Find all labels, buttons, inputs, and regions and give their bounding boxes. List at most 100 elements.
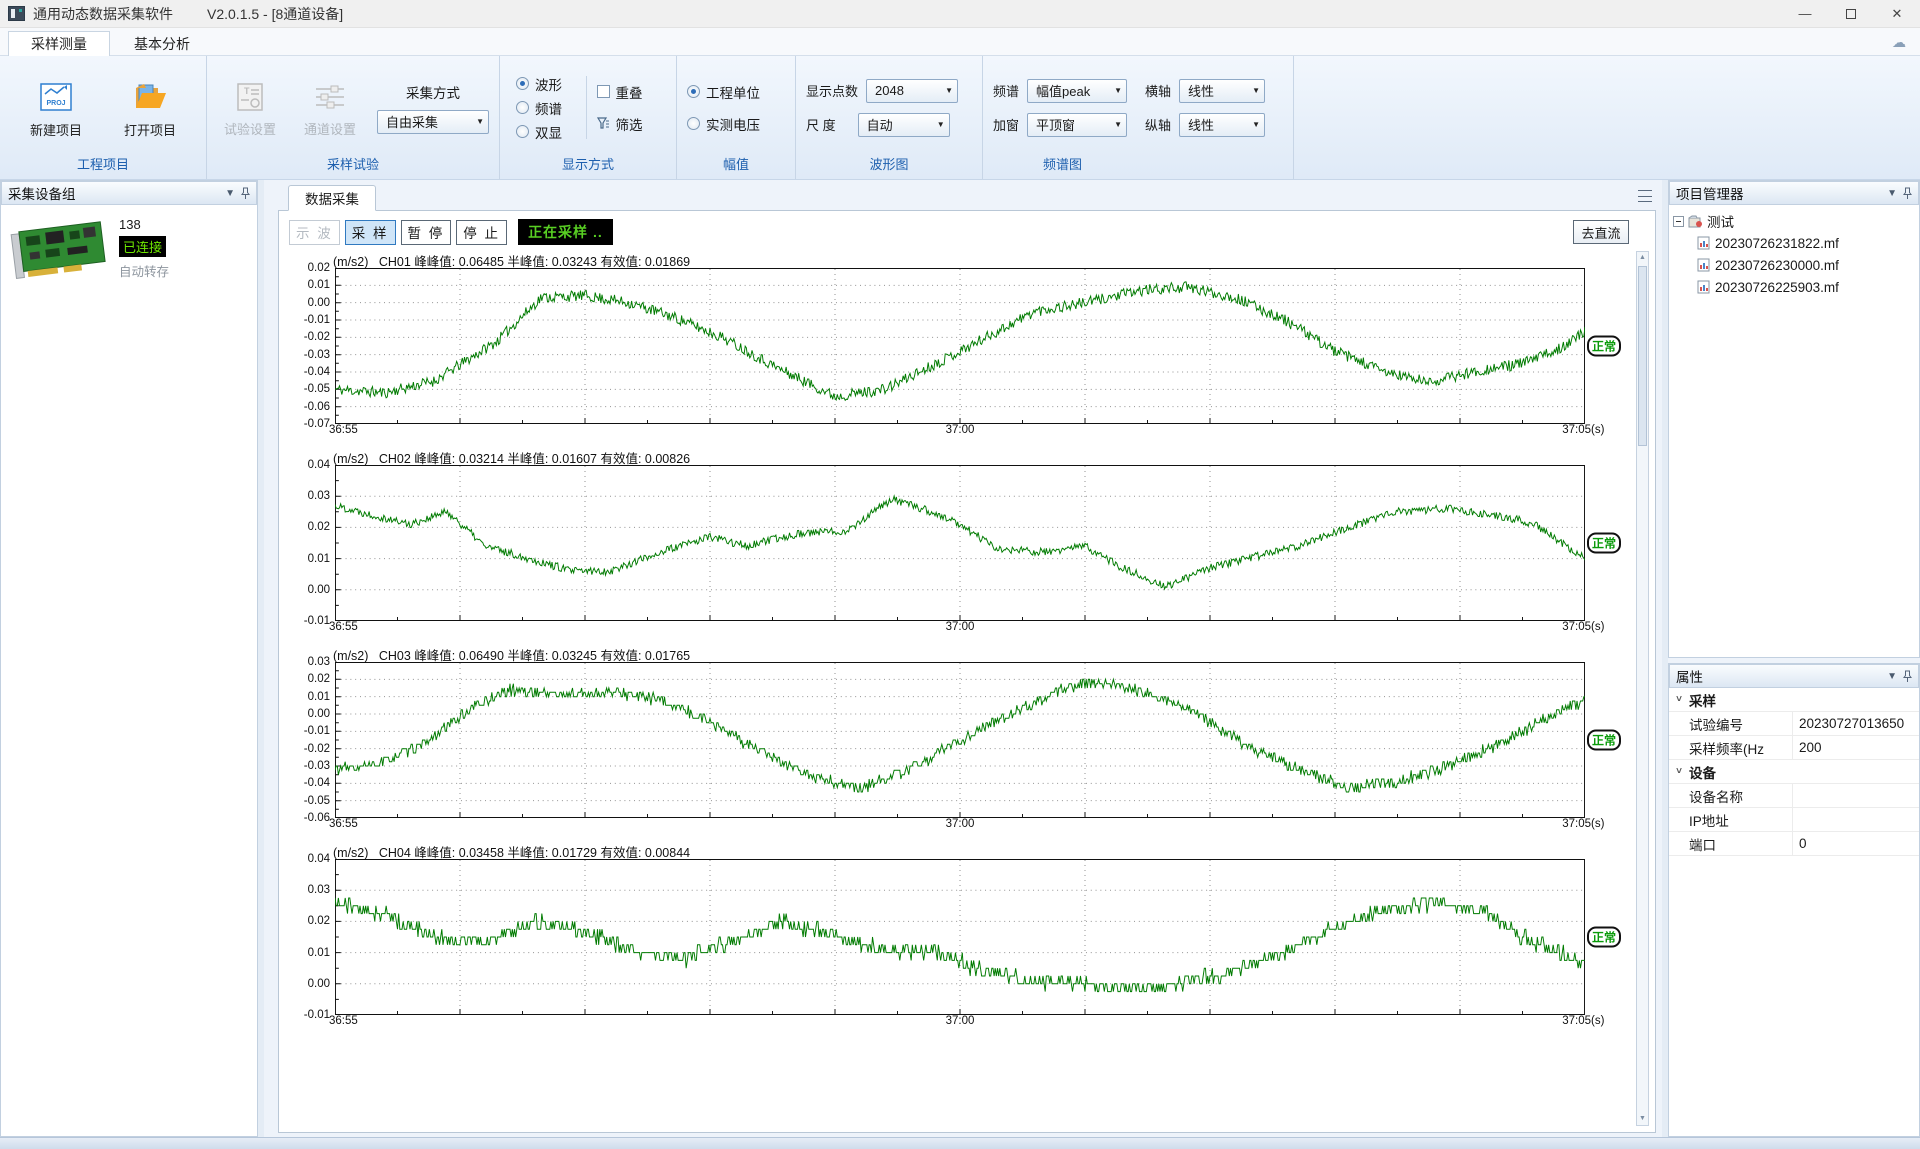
overlap-checkbox[interactable]: 重叠: [597, 80, 667, 104]
radio-measured-voltage[interactable]: 实测电压: [687, 112, 760, 136]
y-tick-label: 0.02: [308, 521, 330, 533]
chart-header-ch03: (m/s2) CH03 峰峰值: 0.06490 半峰值: 0.03245 有效…: [333, 645, 1629, 662]
open-folder-icon: [130, 80, 170, 114]
group-label-waveform-chart: 波形图: [796, 155, 982, 179]
collapse-arrow-icon[interactable]: ▼: [1887, 188, 1897, 199]
ribbon-group-display: 波形 频谱 双显 重叠 筛选 显示方式: [500, 56, 676, 179]
channel-status-badge: 正常: [1587, 533, 1621, 554]
connected-badge: 已连接: [119, 236, 166, 257]
chart-ch02: (m/s2) CH02 峰峰值: 0.03214 半峰值: 0.01607 有效…: [289, 448, 1629, 636]
xaxis-select[interactable]: 线性▼: [1179, 79, 1265, 103]
spectrum-type-label: 频谱: [993, 81, 1019, 100]
minimize-button[interactable]: —: [1782, 0, 1828, 27]
tab-basic-analysis[interactable]: 基本分析: [112, 31, 212, 57]
channel-status-badge: 正常: [1587, 336, 1621, 357]
spectrum-type-select[interactable]: 幅值peak▼: [1027, 79, 1127, 103]
collapse-arrow-icon[interactable]: ▼: [1887, 671, 1897, 682]
tab-sampling-measure[interactable]: 采样测量: [8, 31, 110, 57]
chart-header-ch02: (m/s2) CH02 峰峰值: 0.03214 半峰值: 0.01607 有效…: [333, 448, 1629, 465]
property-row: 试验编号20230727013650: [1669, 712, 1919, 736]
radio-engineering-unit[interactable]: 工程单位: [687, 80, 760, 104]
maximize-button[interactable]: [1828, 0, 1874, 27]
y-tick-label: -0.06: [304, 812, 330, 824]
scrollbar-thumb[interactable]: [1638, 266, 1647, 446]
pause-button[interactable]: 暂 停: [401, 220, 452, 245]
y-tick-label: 0.04: [308, 459, 330, 471]
chevron-down-icon: ˅: [1669, 766, 1689, 777]
y-tick-label: -0.02: [304, 331, 330, 343]
test-setup-button[interactable]: T 试验设置: [217, 77, 283, 138]
tab-list-icon[interactable]: [1638, 190, 1652, 202]
chart-ch04: (m/s2) CH04 峰峰值: 0.03458 半峰值: 0.01729 有效…: [289, 842, 1629, 1030]
tree-file-item[interactable]: 20230726230000.mf: [1697, 254, 1915, 276]
y-axis-labels: 0.030.020.010.00-0.01-0.02-0.03-0.04-0.0…: [289, 662, 335, 818]
close-button[interactable]: ✕: [1874, 0, 1920, 27]
radio-icon: [516, 125, 529, 138]
scroll-down-icon[interactable]: ▼: [1637, 1113, 1648, 1125]
sample-button[interactable]: 采 样: [345, 220, 396, 245]
chevron-down-icon: ▼: [476, 117, 484, 126]
property-group-row[interactable]: ˅设备: [1669, 760, 1919, 784]
filter-button[interactable]: 筛选: [597, 112, 667, 136]
acquisition-workspace: 示 波 采 样 暂 停 停 止 正在采样 .. 去直流 (m/s2) CH01 …: [278, 211, 1656, 1133]
channel-setup-button[interactable]: 通道设置: [297, 77, 363, 138]
svg-text:PROJ: PROJ: [46, 100, 65, 107]
device-panel-header: 采集设备组 ▼: [1, 181, 257, 205]
waveform-plot: [335, 859, 1585, 1015]
group-label-spectrum-chart: 频谱图: [983, 155, 1293, 179]
tab-data-acquisition[interactable]: 数据采集: [288, 185, 376, 211]
property-value[interactable]: 200: [1793, 740, 1919, 755]
cloud-icon[interactable]: ☁: [1892, 34, 1906, 51]
y-tick-label: 0.00: [308, 297, 330, 309]
y-tick-label: -0.05: [304, 795, 330, 807]
property-value[interactable]: 0: [1793, 836, 1919, 851]
channel-status-badge: 正常: [1587, 730, 1621, 751]
collapse-arrow-icon[interactable]: ▼: [225, 188, 235, 199]
sampling-status-badge: 正在采样 ..: [518, 219, 613, 245]
device-card[interactable]: 138 已连接 自动转存: [7, 215, 251, 280]
tree-file-item[interactable]: 20230726225903.mf: [1697, 276, 1915, 298]
scale-select[interactable]: 自动▼: [858, 113, 950, 137]
x-axis-labels: 36:5537:0037:05(s): [289, 818, 1629, 833]
radio-icon: [516, 77, 529, 90]
radio-waveform[interactable]: 波形: [516, 72, 586, 96]
scroll-up-icon[interactable]: ▲: [1637, 252, 1648, 264]
scope-button[interactable]: 示 波: [289, 220, 340, 245]
channel-status-badge: 正常: [1587, 927, 1621, 948]
y-tick-label: -0.04: [304, 777, 330, 789]
pin-icon[interactable]: [1903, 670, 1912, 683]
new-project-button[interactable]: PROJ 新建项目: [17, 76, 95, 139]
scale-label: 尺 度: [806, 115, 836, 134]
x-tick-label: 37:00: [946, 818, 975, 830]
open-project-button[interactable]: 打开项目: [111, 76, 189, 139]
pin-icon[interactable]: [1903, 187, 1912, 200]
window-func-select[interactable]: 平顶窗▼: [1027, 113, 1127, 137]
yaxis-select[interactable]: 线性▼: [1179, 113, 1265, 137]
waveform-plot: [335, 662, 1585, 818]
display-points-select[interactable]: 2048▼: [866, 79, 958, 103]
y-tick-label: 0.03: [308, 656, 330, 668]
y-tick-label: 0.00: [308, 978, 330, 990]
tree-file-item[interactable]: 20230726231822.mf: [1697, 232, 1915, 254]
remove-dc-button[interactable]: 去直流: [1573, 220, 1629, 244]
y-tick-label: -0.01: [304, 1009, 330, 1021]
radio-dual-display[interactable]: 双显: [516, 120, 586, 144]
x-axis-unit: (s): [1585, 1015, 1629, 1030]
property-label: 端口: [1689, 832, 1793, 855]
property-group-row[interactable]: ˅采样: [1669, 688, 1919, 712]
acq-mode-select[interactable]: 自由采集▼: [377, 110, 489, 134]
radio-icon: [687, 85, 700, 98]
tree-expander-icon[interactable]: [1673, 216, 1684, 227]
y-tick-label: 0.01: [308, 553, 330, 565]
property-value[interactable]: 20230727013650: [1793, 716, 1919, 731]
project-manager-header: 项目管理器 ▼: [1669, 181, 1919, 205]
pin-icon[interactable]: [241, 187, 250, 200]
stop-button[interactable]: 停 止: [456, 220, 507, 245]
property-row: IP地址: [1669, 808, 1919, 832]
chart-right-margin: 正常: [1585, 859, 1629, 1015]
chart-scrollbar[interactable]: ▲ ▼: [1636, 251, 1649, 1126]
y-tick-label: 0.00: [308, 708, 330, 720]
radio-spectrum-display[interactable]: 频谱: [516, 96, 586, 120]
tree-root-item[interactable]: 测试: [1673, 210, 1915, 232]
chevron-down-icon: ˅: [1669, 694, 1689, 705]
